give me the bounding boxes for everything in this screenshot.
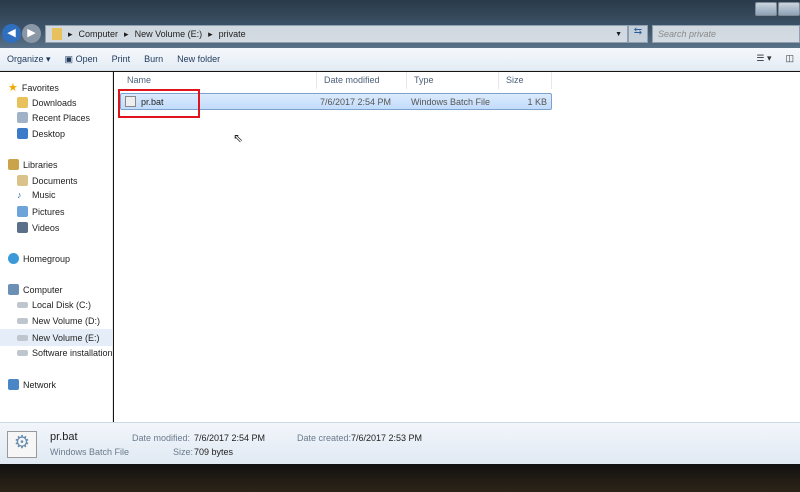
navigation-pane: ★ Favorites Downloads Recent Places Deskt… [0, 72, 113, 422]
network-icon [8, 379, 19, 390]
sidebar-drive-e[interactable]: New Volume (E:) [0, 329, 112, 346]
drive-icon [17, 350, 28, 356]
crumb-volume[interactable]: New Volume (E:) [135, 29, 203, 39]
window-controls [754, 2, 800, 16]
print-button[interactable]: Print [105, 54, 138, 64]
preview-pane-icon[interactable]: ◫ [785, 53, 794, 64]
organize-button[interactable]: Organize ▾ [0, 54, 58, 65]
file-size: 1 KB [527, 97, 547, 107]
sidebar-music[interactable]: ♪ Music [17, 190, 56, 200]
label: Libraries [23, 159, 58, 170]
sidebar-documents[interactable]: Documents [17, 175, 78, 186]
documents-icon [17, 175, 28, 186]
details-type: Windows Batch File [50, 447, 130, 457]
new-folder-button[interactable]: New folder [170, 54, 227, 64]
column-name[interactable]: Name [120, 72, 317, 89]
sidebar-computer[interactable]: Computer [8, 284, 63, 295]
date-created-value: 7/6/2017 2:53 PM [351, 433, 423, 443]
sidebar-network[interactable]: Network [8, 379, 56, 390]
label: Recent Places [32, 112, 91, 123]
date-created-label: Date created: [297, 433, 352, 443]
open-button[interactable]: ▣ Open [58, 54, 105, 65]
details-pane: ⚙ pr.bat Windows Batch File Date modifie… [0, 422, 800, 464]
sidebar-homegroup[interactable]: Homegroup [8, 253, 70, 264]
sidebar-videos[interactable]: Videos [17, 222, 59, 233]
open-label: Open [75, 53, 98, 64]
label: Downloads [32, 97, 77, 108]
label: Favorites [21, 82, 59, 93]
label: Network [23, 379, 57, 390]
label: Homegroup [23, 253, 71, 264]
search-input[interactable]: Search private [652, 25, 800, 43]
label: Videos [32, 222, 60, 233]
mouse-cursor-icon: ⇖ [233, 131, 244, 145]
label: New Volume (D:) [32, 316, 101, 326]
desktop-background [0, 464, 800, 492]
pictures-icon [17, 206, 28, 217]
music-icon: ♪ [17, 190, 22, 200]
column-size[interactable]: Size [499, 72, 552, 89]
file-date: 7/6/2017 2:54 PM [320, 97, 392, 107]
size-value: 709 bytes [194, 447, 234, 457]
title-bar: ◀ ▶ ▸ Computer ▸ New Volume (E:) ▸ private ▼… [0, 0, 800, 48]
sidebar-drive-d[interactable]: New Volume (D:) [17, 316, 100, 326]
toolbar: Organize ▾ ▣ Open Print Burn New folder … [0, 48, 800, 71]
maximize-button[interactable] [778, 2, 800, 16]
refresh-button[interactable]: ⇆ [628, 25, 648, 43]
label: Computer [23, 284, 63, 295]
column-type[interactable]: Type [407, 72, 499, 89]
view-options-icon[interactable]: ☰ ▾ [756, 53, 771, 64]
downloads-icon [17, 97, 28, 108]
address-bar[interactable]: ▸ Computer ▸ New Volume (E:) ▸ private ▼ [45, 25, 628, 43]
sidebar-recent-places[interactable]: Recent Places [17, 112, 90, 123]
crumb-computer[interactable]: Computer [79, 29, 119, 39]
homegroup-icon [8, 253, 19, 264]
crumb-private[interactable]: private [219, 29, 246, 39]
drive-icon [17, 334, 28, 341]
label: New Volume (E:) [32, 332, 100, 343]
column-date-modified[interactable]: Date modified [317, 72, 407, 89]
file-type: Windows Batch File [411, 97, 491, 107]
computer-icon [8, 284, 19, 295]
sidebar-downloads[interactable]: Downloads [17, 97, 77, 108]
sidebar-libraries[interactable]: Libraries [8, 159, 58, 170]
history-dropdown-icon[interactable]: ▼ [615, 31, 622, 38]
file-list: Name Date modified Type Size pr.bat 7/6/… [114, 72, 800, 422]
minimize-button[interactable] [755, 2, 777, 16]
label: Documents [32, 175, 78, 186]
label: Local Disk (C:) [32, 300, 92, 310]
gear-file-icon: ⚙ [7, 431, 37, 458]
recent-places-icon [17, 112, 28, 123]
sidebar-desktop[interactable]: Desktop [17, 128, 65, 139]
size-label: Size: [173, 447, 194, 457]
desktop-icon [17, 128, 28, 139]
back-button[interactable]: ◀ [2, 24, 21, 43]
sidebar-software-installation[interactable]: Software installation [17, 348, 113, 358]
drive-icon [17, 302, 28, 308]
date-modified-label: Date modified: [132, 433, 191, 443]
forward-button[interactable]: ▶ [22, 24, 41, 43]
burn-button[interactable]: Burn [137, 54, 170, 64]
label: Software installation [32, 348, 113, 358]
label: Pictures [32, 206, 65, 217]
star-icon: ★ [8, 82, 18, 94]
label: Music [32, 190, 56, 200]
folder-icon [52, 28, 62, 40]
sidebar-pictures[interactable]: Pictures [17, 206, 65, 217]
libraries-icon [8, 159, 19, 170]
videos-icon [17, 222, 28, 233]
details-name: pr.bat [50, 431, 78, 443]
drive-icon [17, 318, 28, 324]
sidebar-drive-c[interactable]: Local Disk (C:) [17, 300, 91, 310]
date-modified-value: 7/6/2017 2:54 PM [194, 433, 266, 443]
label: Desktop [32, 128, 66, 139]
sidebar-favorites[interactable]: ★ Favorites [8, 81, 59, 94]
red-highlight-box [118, 89, 200, 118]
